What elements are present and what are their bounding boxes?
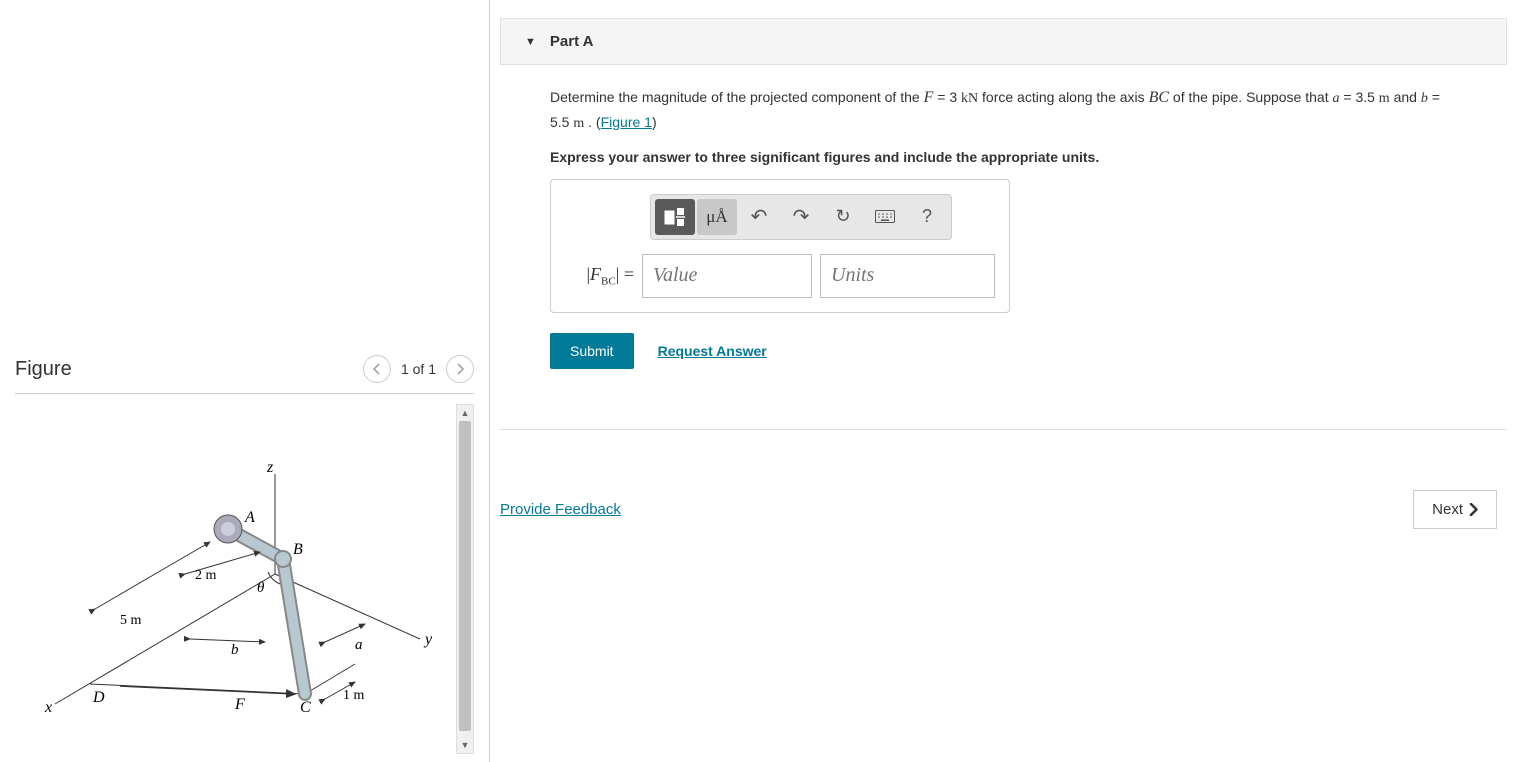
undo-button[interactable]: ↶ — [739, 199, 779, 235]
redo-button[interactable]: ↷ — [781, 199, 821, 235]
chevron-right-icon — [456, 363, 464, 375]
undo-icon: ↶ — [751, 204, 768, 229]
svg-text:F: F — [234, 696, 245, 713]
svg-text:2 m: 2 m — [195, 568, 217, 583]
problem-statement: Determine the magnitude of the projected… — [550, 85, 1457, 135]
svg-text:y: y — [423, 631, 433, 648]
redo-icon: ↷ — [793, 204, 810, 229]
next-label: Next — [1432, 501, 1463, 518]
svg-text:D: D — [92, 689, 105, 706]
svg-text:θ: θ — [257, 580, 265, 596]
template-button[interactable] — [655, 199, 695, 235]
value-input[interactable] — [642, 254, 812, 298]
svg-text:x: x — [44, 699, 52, 716]
keyboard-button[interactable] — [865, 199, 905, 235]
svg-text:B: B — [293, 541, 303, 558]
keyboard-icon — [875, 210, 895, 223]
units-button[interactable]: μÅ — [697, 199, 737, 235]
part-title: Part A — [550, 33, 594, 50]
figure-pager: 1 of 1 — [363, 355, 474, 383]
fraction-template-icon — [664, 207, 686, 227]
scroll-down-icon: ▼ — [457, 737, 473, 753]
help-icon: ? — [922, 206, 932, 227]
provide-feedback-link[interactable]: Provide Feedback — [500, 501, 621, 518]
caret-down-icon: ▼ — [525, 36, 536, 48]
figure-panel: Figure 1 of 1 ▲ ▼ — [0, 0, 490, 762]
figure-title: Figure — [15, 358, 72, 381]
chevron-left-icon — [373, 363, 381, 375]
svg-text:C: C — [300, 699, 311, 716]
chevron-right-icon — [1469, 503, 1478, 516]
svg-text:1 m: 1 m — [343, 688, 365, 703]
svg-text:z: z — [266, 459, 274, 476]
answer-instruction: Express your answer to three significant… — [550, 149, 1457, 165]
request-answer-link[interactable]: Request Answer — [658, 343, 767, 359]
scroll-up-icon: ▲ — [457, 405, 473, 421]
separator — [500, 429, 1507, 430]
figure-diagram: z y x A B C D F θ a b 5 m 2 m 1 m — [25, 454, 435, 747]
reset-button[interactable]: ↻ — [823, 199, 863, 235]
pager-text: 1 of 1 — [401, 361, 436, 377]
units-label: μÅ — [706, 207, 727, 227]
scrollbar-thumb[interactable] — [459, 421, 471, 731]
figure-scrollbar[interactable]: ▲ ▼ — [456, 404, 474, 754]
pager-next-button[interactable] — [446, 355, 474, 383]
help-button[interactable]: ? — [907, 199, 947, 235]
part-header[interactable]: ▼ Part A — [500, 18, 1507, 65]
submit-button[interactable]: Submit — [550, 333, 634, 369]
svg-text:5 m: 5 m — [120, 613, 142, 628]
units-input[interactable] — [820, 254, 995, 298]
figure-link[interactable]: Figure 1 — [601, 114, 652, 130]
svg-text:b: b — [231, 642, 239, 658]
reset-icon: ↻ — [835, 206, 850, 227]
question-panel: ▼ Part A Determine the magnitude of the … — [490, 0, 1517, 762]
answer-variable-label: |FBC| = — [565, 264, 634, 288]
next-button[interactable]: Next — [1413, 490, 1497, 529]
pager-prev-button[interactable] — [363, 355, 391, 383]
svg-text:a: a — [355, 637, 363, 653]
answer-box: μÅ ↶ ↷ ↻ ? |FBC| = — [550, 179, 1010, 313]
svg-text:A: A — [244, 509, 255, 526]
answer-toolbar: μÅ ↶ ↷ ↻ ? — [650, 194, 952, 240]
